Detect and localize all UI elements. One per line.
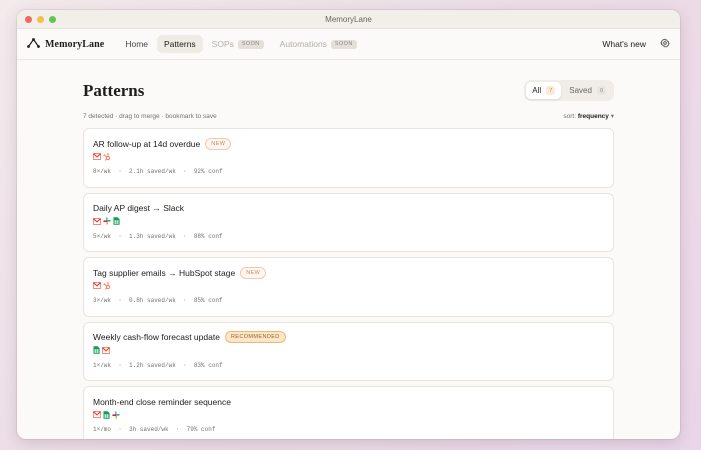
sheets-icon [103, 410, 110, 419]
app-icons [93, 217, 604, 226]
pattern-title-row: Month-end close reminder sequence [93, 395, 604, 408]
main-content: Patterns All 7 Saved 0 7 detected · drag… [83, 70, 614, 439]
nav-item-label: Automations [279, 39, 327, 49]
pattern-card[interactable]: Weekly cash-flow forecast update RECOMMEN… [83, 321, 614, 381]
app-icons [93, 346, 604, 355]
nav-item-home[interactable]: Home [118, 35, 155, 53]
sort-dropdown[interactable]: sort: frequency ▾ [563, 112, 614, 120]
detected-summary: 7 detected · drag to merge · bookmark to… [83, 112, 217, 120]
filter-toggle: All 7 Saved 0 [524, 80, 614, 101]
sheets-icon [113, 217, 120, 225]
pattern-stats: 1×/mo · 3h saved/wk · 79% conf [93, 426, 216, 433]
whats-new-link[interactable]: What's new [602, 39, 646, 49]
nav-item-label: Home [125, 39, 149, 49]
pattern-stats: 8×/wk · 2.1h saved/wk · 92% conf [93, 168, 223, 175]
brand-name: MemoryLane [45, 38, 105, 50]
filter-label: Saved [569, 86, 592, 95]
filter-count: 7 [546, 86, 556, 95]
nav-item-automations[interactable]: Automations SOON [273, 35, 364, 53]
new-badge: NEW [205, 137, 232, 150]
pattern-stats: 1×/wk · 1.2h saved/wk · 83% conf [93, 361, 223, 369]
app-icons [93, 281, 604, 290]
brand[interactable]: MemoryLane [27, 35, 104, 53]
recommended-badge: RECOMMENDED [224, 331, 286, 343]
pattern-title: Tag supplier emails → HubSpot stage [93, 267, 236, 278]
pattern-card[interactable]: Daily AP digest → Slack 5×/wk · 1.3h sav… [83, 192, 614, 252]
pattern-title-row: Weekly cash-flow forecast update RECOMMEN… [93, 331, 604, 344]
filter-all-button[interactable]: All 7 [526, 82, 562, 99]
pattern-title: Daily AP digest → Slack [93, 203, 185, 213]
filter-count: 0 [596, 86, 606, 95]
nav-item-patterns[interactable]: Patterns [157, 35, 203, 53]
pattern-card[interactable]: Tag supplier emails → HubSpot stage NEW 3… [83, 257, 614, 317]
pattern-card[interactable]: Month-end close reminder sequence 1×/mo … [83, 386, 614, 439]
pattern-card[interactable]: AR follow-up at 14d overdue NEW 8×/wk · 2… [83, 128, 614, 188]
meta-row: 7 detected · drag to merge · bookmark to… [83, 112, 614, 121]
window-controls [25, 16, 56, 23]
gmail-icon [93, 217, 101, 225]
gmail-icon [102, 346, 110, 354]
slack-icon [112, 410, 120, 419]
gmail-icon [93, 282, 101, 289]
soon-badge: SOON [237, 39, 264, 49]
app-icons [93, 152, 604, 161]
gmail-icon [93, 153, 101, 160]
nav-item-sops[interactable]: SOPs SOON [205, 35, 271, 53]
sort-prefix: sort: [563, 113, 577, 120]
pattern-title: AR follow-up at 14d overdue [93, 138, 201, 149]
gear-icon[interactable] [660, 35, 670, 53]
slack-icon [103, 217, 111, 225]
pattern-title: Weekly cash-flow forecast update [93, 332, 220, 342]
top-nav: MemoryLane Home Patterns SOPs SOON Autom… [17, 29, 680, 60]
pattern-list: AR follow-up at 14d overdue NEW 8×/wk · 2… [83, 128, 614, 439]
pattern-title: Month-end close reminder sequence [93, 396, 231, 407]
pattern-title-row: Tag supplier emails → HubSpot stage NEW [93, 266, 604, 279]
hubspot-icon [103, 281, 111, 290]
pattern-title-row: Daily AP digest → Slack [93, 202, 604, 215]
nav-right: What's new [602, 35, 670, 53]
close-window-button[interactable] [25, 16, 32, 23]
nav-item-label: SOPs [211, 39, 234, 49]
app-window: MemoryLane MemoryLane Home Patterns SOPs… [17, 10, 680, 439]
pattern-stats: 3×/wk · 0.8h saved/wk · 85% conf [93, 297, 223, 304]
pattern-title-row: AR follow-up at 14d overdue NEW [93, 137, 604, 150]
chevron-down-icon: ▾ [610, 113, 614, 120]
pattern-stats: 5×/wk · 1.3h saved/wk · 88% conf [93, 232, 223, 240]
new-badge: NEW [240, 266, 267, 279]
filter-label: All [532, 86, 542, 95]
nav-item-label: Patterns [164, 39, 196, 49]
page-header: Patterns All 7 Saved 0 [83, 80, 614, 101]
app-icons [93, 410, 604, 419]
filter-saved-button[interactable]: Saved 0 [563, 82, 612, 99]
minimize-window-button[interactable] [37, 16, 44, 23]
sort-value: frequency [577, 113, 609, 120]
window-title: MemoryLane [325, 14, 372, 24]
logo-icon [27, 35, 40, 53]
hubspot-icon [103, 152, 111, 161]
sheets-icon [93, 346, 100, 354]
title-bar: MemoryLane [17, 10, 680, 29]
gmail-icon [93, 411, 101, 418]
soon-badge: SOON [330, 39, 357, 49]
page-title: Patterns [83, 80, 145, 100]
zoom-window-button[interactable] [49, 16, 56, 23]
